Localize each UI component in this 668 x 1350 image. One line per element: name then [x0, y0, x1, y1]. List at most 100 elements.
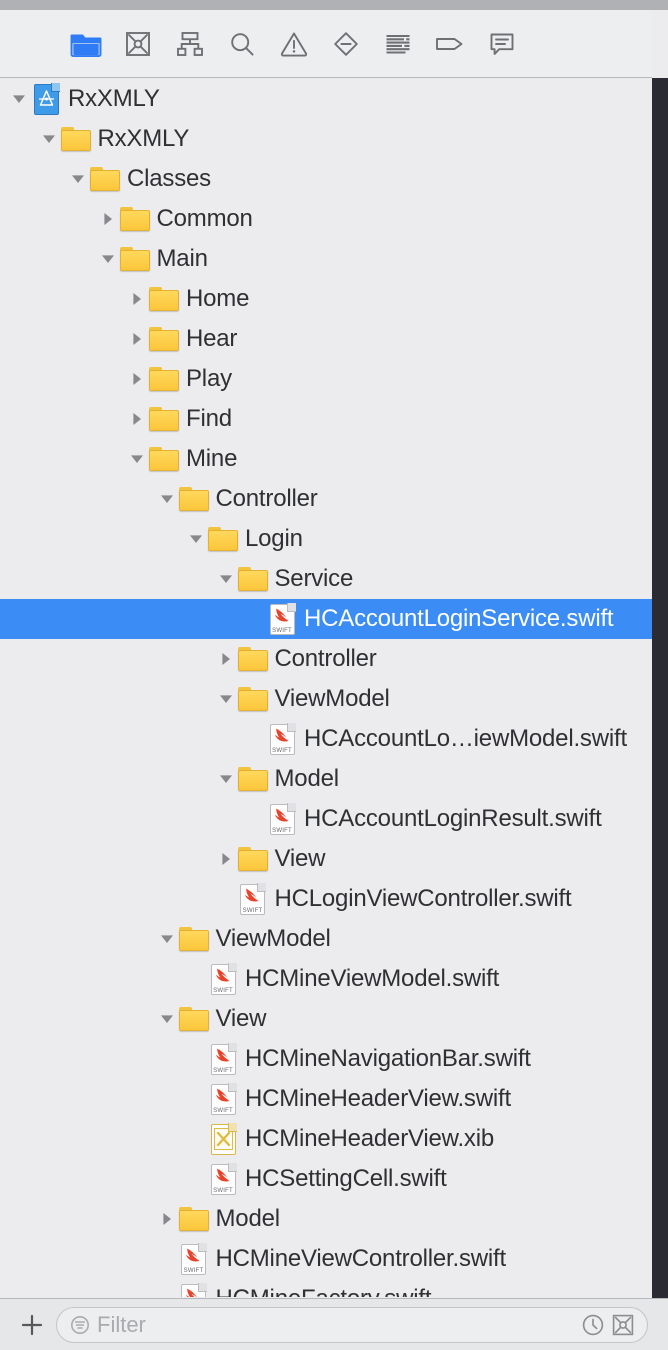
folder-icon — [237, 639, 269, 679]
folder-icon — [237, 839, 269, 879]
xib-file-icon — [207, 1119, 239, 1159]
folder-icon — [149, 287, 179, 311]
chevron-down-icon[interactable] — [215, 759, 237, 799]
tree-row-label: Model — [215, 1205, 281, 1232]
tree-row[interactable]: Model — [0, 1199, 652, 1239]
tree-row-label: Model — [274, 765, 340, 792]
swift-file-icon: SWIFT — [178, 1239, 210, 1279]
folder-icon[interactable] — [60, 22, 112, 66]
tree-row-selected[interactable]: SWIFT HCAccountLoginService.swift — [0, 599, 652, 639]
folder-icon — [178, 479, 210, 519]
folder-icon — [207, 519, 239, 559]
tree-row[interactable]: Find — [0, 399, 652, 439]
tree-row[interactable]: Classes — [0, 159, 652, 199]
filter-input-wrapper[interactable]: Filter — [56, 1306, 648, 1343]
chevron-down-icon[interactable] — [67, 159, 89, 199]
folder-icon — [178, 1007, 209, 1031]
tree-row[interactable]: View — [0, 839, 652, 879]
tree-row[interactable]: Model — [0, 759, 652, 799]
tree-row[interactable]: RxXMLY — [0, 79, 652, 119]
source-control-icon[interactable] — [609, 1311, 637, 1339]
tree-row[interactable]: Main — [0, 239, 652, 279]
tree-row[interactable]: Login — [0, 519, 652, 559]
tree-row[interactable]: SWIFT HCAccountLo…iewModel.swift — [0, 719, 652, 759]
warning-triangle-icon[interactable] — [268, 22, 320, 66]
tree-row-label: HCLoginViewController.swift — [274, 885, 572, 912]
tree-row[interactable]: SWIFT HCLoginViewController.swift — [0, 879, 652, 919]
swift-file-icon: SWIFT — [207, 1079, 239, 1119]
tree-row[interactable]: Home — [0, 279, 652, 319]
chevron-right-icon[interactable] — [156, 1199, 178, 1239]
tree-row[interactable]: SWIFT HCMineHeaderView.swift — [0, 1079, 652, 1119]
folder-icon — [149, 327, 179, 351]
chevron-right-icon[interactable] — [97, 199, 119, 239]
chevron-down-icon[interactable] — [215, 559, 237, 599]
navigator-filter-bar: Filter — [0, 1298, 668, 1350]
tree-row[interactable]: SWIFT HCMineNavigationBar.swift — [0, 1039, 652, 1079]
tree-row[interactable]: SWIFT HCMineFactory.swift — [0, 1279, 652, 1297]
source-control-icon[interactable] — [112, 22, 164, 66]
folder-icon — [237, 687, 268, 711]
folder-icon — [178, 999, 210, 1039]
tree-row[interactable]: Controller — [0, 479, 652, 519]
folder-icon — [237, 679, 269, 719]
chevron-right-icon[interactable] — [126, 279, 148, 319]
swift-file-icon: SWIFT — [207, 1159, 239, 1199]
add-file-button[interactable] — [12, 1305, 52, 1345]
tree-row[interactable]: ViewModel — [0, 919, 652, 959]
swift-file-icon: SWIFT — [266, 799, 298, 839]
chevron-right-icon[interactable] — [126, 359, 148, 399]
tree-row[interactable]: Mine — [0, 439, 652, 479]
tree-row[interactable]: SWIFT HCMineViewModel.swift — [0, 959, 652, 999]
chevron-down-icon[interactable] — [8, 79, 30, 119]
folder-icon — [148, 359, 180, 399]
tree-row[interactable]: SWIFT HCAccountLoginResult.swift — [0, 799, 652, 839]
tree-row[interactable]: View — [0, 999, 652, 1039]
tree-row[interactable]: ViewModel — [0, 679, 652, 719]
chevron-down-icon[interactable] — [97, 239, 119, 279]
tree-row[interactable]: RxXMLY — [0, 119, 652, 159]
project-navigator-tree[interactable]: RxXMLY RxXMLY Classes Common Main Home H… — [0, 79, 652, 1297]
folder-icon — [148, 319, 180, 359]
tree-row-label: HCAccountLo…iewModel.swift — [304, 725, 627, 752]
tree-row-label: Classes — [127, 165, 211, 192]
chevron-down-icon[interactable] — [215, 679, 237, 719]
swift-file-icon: SWIFT — [269, 602, 296, 635]
tree-row[interactable]: HCMineHeaderView.xib — [0, 1119, 652, 1159]
speech-bubble-icon[interactable] — [476, 22, 528, 66]
tree-row[interactable]: Common — [0, 199, 652, 239]
clock-icon[interactable] — [579, 1311, 607, 1339]
chevron-down-icon[interactable] — [156, 919, 178, 959]
folder-icon — [237, 559, 269, 599]
swift-file-icon: SWIFT — [210, 1082, 237, 1115]
folder-icon — [148, 399, 180, 439]
tree-row[interactable]: Service — [0, 559, 652, 599]
chevron-right-icon[interactable] — [126, 319, 148, 359]
symbol-hierarchy-icon[interactable] — [164, 22, 216, 66]
diamond-minus-icon[interactable] — [320, 22, 372, 66]
chevron-right-icon[interactable] — [126, 399, 148, 439]
swift-file-icon: SWIFT — [237, 879, 269, 919]
tree-row-label: Home — [186, 285, 250, 312]
debug-gauge-icon[interactable] — [372, 22, 424, 66]
tree-row[interactable]: SWIFT HCMineViewController.swift — [0, 1239, 652, 1279]
tree-row[interactable]: Controller — [0, 639, 652, 679]
folder-icon — [148, 439, 180, 479]
chevron-down-icon[interactable] — [38, 119, 60, 159]
chevron-down-icon[interactable] — [126, 439, 148, 479]
tree-row[interactable]: Play — [0, 359, 652, 399]
chevron-down-icon[interactable] — [185, 519, 207, 559]
chevron-down-icon[interactable] — [156, 479, 178, 519]
chevron-right-icon[interactable] — [215, 839, 237, 879]
chevron-right-icon[interactable] — [215, 639, 237, 679]
tree-row[interactable]: SWIFT HCSettingCell.swift — [0, 1159, 652, 1199]
chevron-down-icon[interactable] — [156, 999, 178, 1039]
search-icon[interactable] — [216, 22, 268, 66]
tree-row-label: ViewModel — [215, 925, 331, 952]
breakpoint-tag-icon[interactable] — [424, 22, 476, 66]
tree-row[interactable]: Hear — [0, 319, 652, 359]
